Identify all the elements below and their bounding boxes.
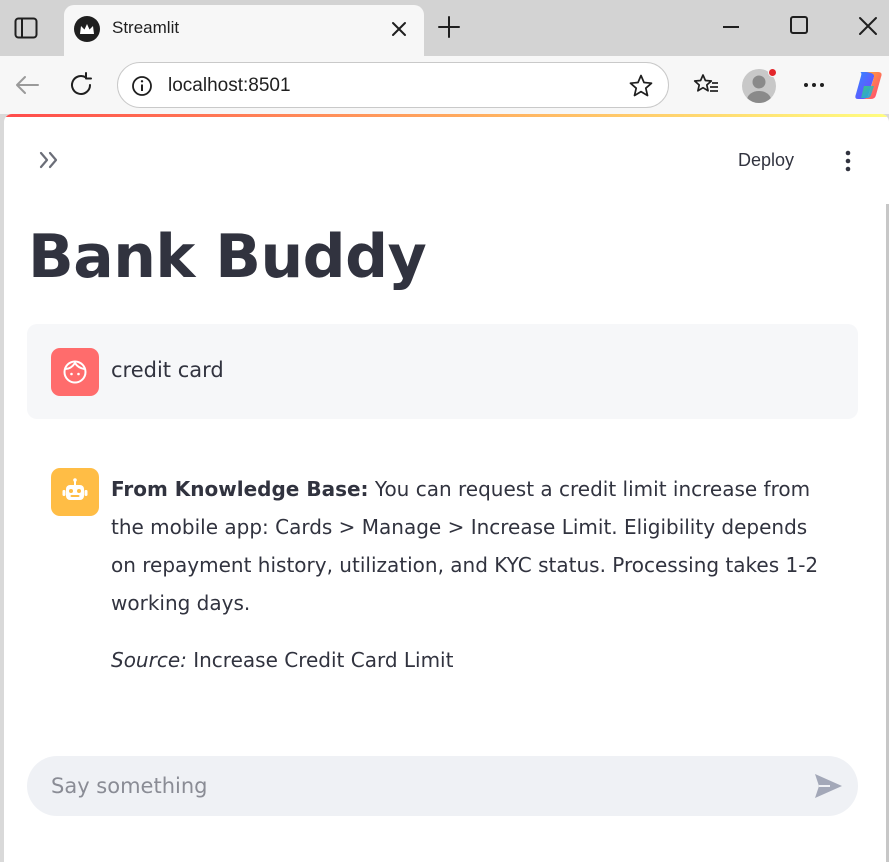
browser-tab-bar: Streamlit <box>0 0 889 56</box>
send-icon[interactable] <box>812 771 844 801</box>
chevron-double-right-icon[interactable] <box>36 146 64 174</box>
tab-sidebar-icon[interactable] <box>14 17 38 39</box>
chat-input[interactable] <box>51 756 791 816</box>
reload-icon[interactable] <box>66 70 96 100</box>
robot-icon <box>62 478 88 500</box>
streamlit-favicon <box>74 16 100 42</box>
favorites-icon[interactable] <box>692 72 720 98</box>
back-arrow-icon[interactable] <box>12 70 42 100</box>
kebab-menu-icon[interactable] <box>838 148 858 174</box>
user-message-text: credit card <box>111 358 224 382</box>
source-value: Increase Credit Card Limit <box>186 648 454 672</box>
close-icon[interactable] <box>388 18 410 40</box>
user-chat-message: credit card <box>27 324 858 419</box>
deploy-button[interactable]: Deploy <box>738 146 794 174</box>
user-avatar <box>51 348 99 396</box>
minimize-icon[interactable] <box>718 14 744 40</box>
source-label: Source: <box>111 648 187 672</box>
info-icon[interactable] <box>130 74 154 98</box>
copilot-icon[interactable] <box>852 68 886 102</box>
notification-dot <box>768 68 777 77</box>
source-line: Source: Increase Credit Card Limit <box>111 648 453 672</box>
decoration-bar <box>4 114 889 117</box>
more-icon[interactable] <box>800 72 828 98</box>
url-text[interactable]: localhost:8501 <box>168 75 291 97</box>
page-viewport: Deploy Bank Buddy credit card From Knowl… <box>4 114 889 862</box>
address-bar[interactable]: localhost:8501 <box>117 62 669 108</box>
assistant-avatar <box>51 468 99 516</box>
knowledge-base-label: From Knowledge Base: <box>111 477 369 501</box>
window-close-icon[interactable] <box>854 12 882 40</box>
assistant-message-text: From Knowledge Base: You can request a c… <box>111 470 831 622</box>
browser-tab[interactable]: Streamlit <box>64 5 424 56</box>
star-icon[interactable] <box>628 73 654 99</box>
user-face-icon <box>63 360 87 384</box>
browser-toolbar: localhost:8501 <box>0 56 889 114</box>
chat-input-container <box>27 756 858 816</box>
tab-title: Streamlit <box>112 18 180 37</box>
assistant-chat-message: From Knowledge Base: You can request a c… <box>27 454 858 694</box>
page-title: Bank Buddy <box>28 222 427 292</box>
maximize-icon[interactable] <box>786 12 812 38</box>
plus-icon[interactable] <box>436 14 462 40</box>
